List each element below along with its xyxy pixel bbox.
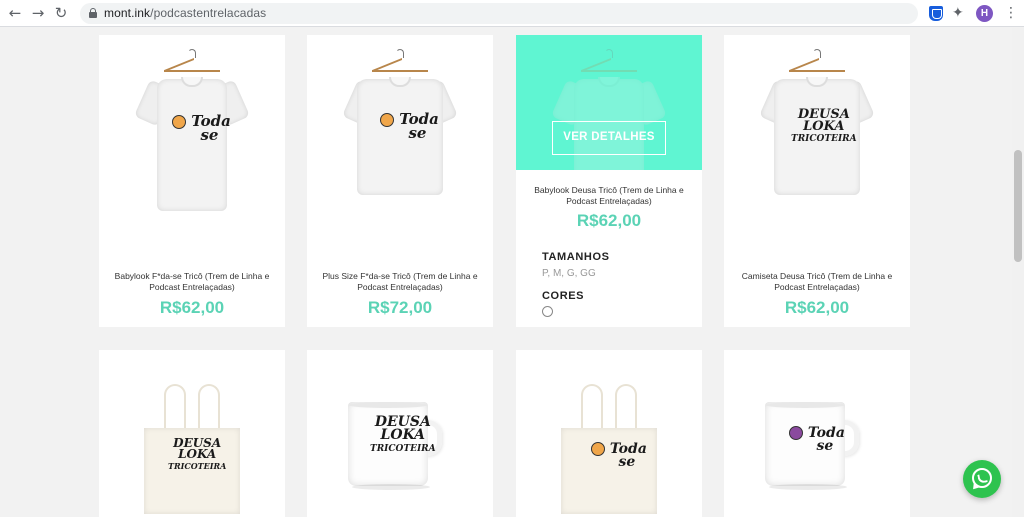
product-name[interactable]: Babylook F*da-se Tricô (Trem de Linha e … [113, 271, 271, 293]
whatsapp-icon[interactable] [963, 460, 1001, 498]
menu-dots-icon[interactable]: ⋮ [1004, 4, 1018, 22]
print-logo [380, 113, 394, 127]
hanger-image [162, 49, 222, 85]
product-card[interactable]: Toda se [516, 350, 702, 517]
print-text: LOKA [380, 426, 426, 443]
page-content: Toda se Babylook F*da-se Tricô (Trem de L… [0, 28, 1012, 517]
print-art: DEUSA LOKA TRICOTEIRA [168, 437, 227, 471]
print-text: TRICOTEIRA [370, 444, 436, 455]
sizes-title: TAMANHOS [542, 251, 610, 263]
product-card[interactable]: DEUSA LOKA TRICOTEIRA [99, 350, 285, 517]
print-text: TRICOTEIRA [791, 134, 857, 145]
hanger-image [370, 49, 430, 85]
product-name[interactable]: Camiseta Deusa Tricô (Trem de Linha e Po… [738, 271, 896, 293]
print-text: se [816, 438, 834, 454]
print-text: LOKA [178, 446, 217, 461]
product-card[interactable]: Toda se Babylook F*da-se Tricô (Trem de L… [99, 35, 285, 327]
print-text: se [618, 454, 636, 470]
bitwarden-icon[interactable] [929, 6, 943, 21]
product-price: R$62,00 [784, 298, 850, 317]
product-card[interactable]: DEUSA LOKA TRICOTEIRA [307, 350, 493, 517]
print-logo [591, 442, 605, 456]
product-name[interactable]: Babylook Deusa Tricô (Trem de Linha e Po… [530, 185, 688, 207]
page-scrollbar[interactable] [1012, 28, 1024, 517]
address-bar[interactable]: mont.ink/podcastentrelacadas ☆ [80, 3, 990, 24]
print-text: se [200, 126, 219, 144]
color-option-radio[interactable] [542, 306, 553, 317]
product-price: R$62,00 [159, 298, 225, 317]
product-card[interactable]: Toda se [724, 350, 910, 517]
tshirt-image [133, 75, 251, 215]
profile-avatar[interactable]: H [976, 5, 993, 22]
print-art: DEUSA LOKA TRICOTEIRA [370, 415, 436, 455]
print-art: Toda se [591, 442, 647, 469]
puzzle-icon[interactable]: ✦ [952, 5, 968, 21]
product-card[interactable]: DEUSA LOKA TRICOTEIRA Camiseta Deusa Tricô… [724, 35, 910, 327]
print-logo [789, 426, 803, 440]
product-image: Toda se [307, 35, 493, 259]
print-art: Toda se [380, 112, 439, 142]
print-art: Toda se [172, 114, 231, 144]
print-art: Toda se [789, 426, 845, 453]
back-icon[interactable]: ← [6, 4, 24, 22]
print-text: TRICOTEIRA [168, 460, 227, 471]
print-text: se [408, 124, 427, 142]
lock-icon[interactable] [89, 8, 97, 18]
product-card-hover[interactable]: VER DETALHES Babylook Deusa Tricô (Trem … [516, 35, 702, 327]
view-details-button[interactable]: VER DETALHES [552, 121, 666, 155]
sizes-value: P, M, G, GG [542, 268, 596, 279]
forward-icon[interactable]: → [29, 4, 47, 22]
print-art: DEUSA LOKA TRICOTEIRA [791, 108, 857, 145]
browser-toolbar: ← → ↻ mont.ink/podcastentrelacadas ☆ ✦ H… [0, 0, 1024, 27]
print-text: LOKA [803, 118, 845, 134]
url-domain: mont.ink [104, 6, 151, 20]
product-name[interactable]: Plus Size F*da-se Tricô (Trem de Linha e… [321, 271, 479, 293]
url-path: /podcastentrelacadas [150, 6, 267, 20]
colors-title: CORES [542, 290, 585, 302]
product-image-overlay[interactable]: VER DETALHES [516, 35, 702, 170]
reload-icon[interactable]: ↻ [52, 4, 70, 22]
scrollbar-thumb[interactable] [1014, 150, 1022, 262]
hanger-image [579, 49, 639, 85]
url-text[interactable]: mont.ink/podcastentrelacadas [104, 6, 266, 20]
product-price: R$72,00 [367, 298, 433, 317]
hanger-image [787, 49, 847, 85]
product-image: Toda se [99, 35, 285, 259]
product-image: DEUSA LOKA TRICOTEIRA [724, 35, 910, 259]
product-price: R$62,00 [576, 211, 642, 230]
product-card[interactable]: Toda se Plus Size F*da-se Tricô (Trem de … [307, 35, 493, 327]
print-logo [172, 115, 186, 129]
